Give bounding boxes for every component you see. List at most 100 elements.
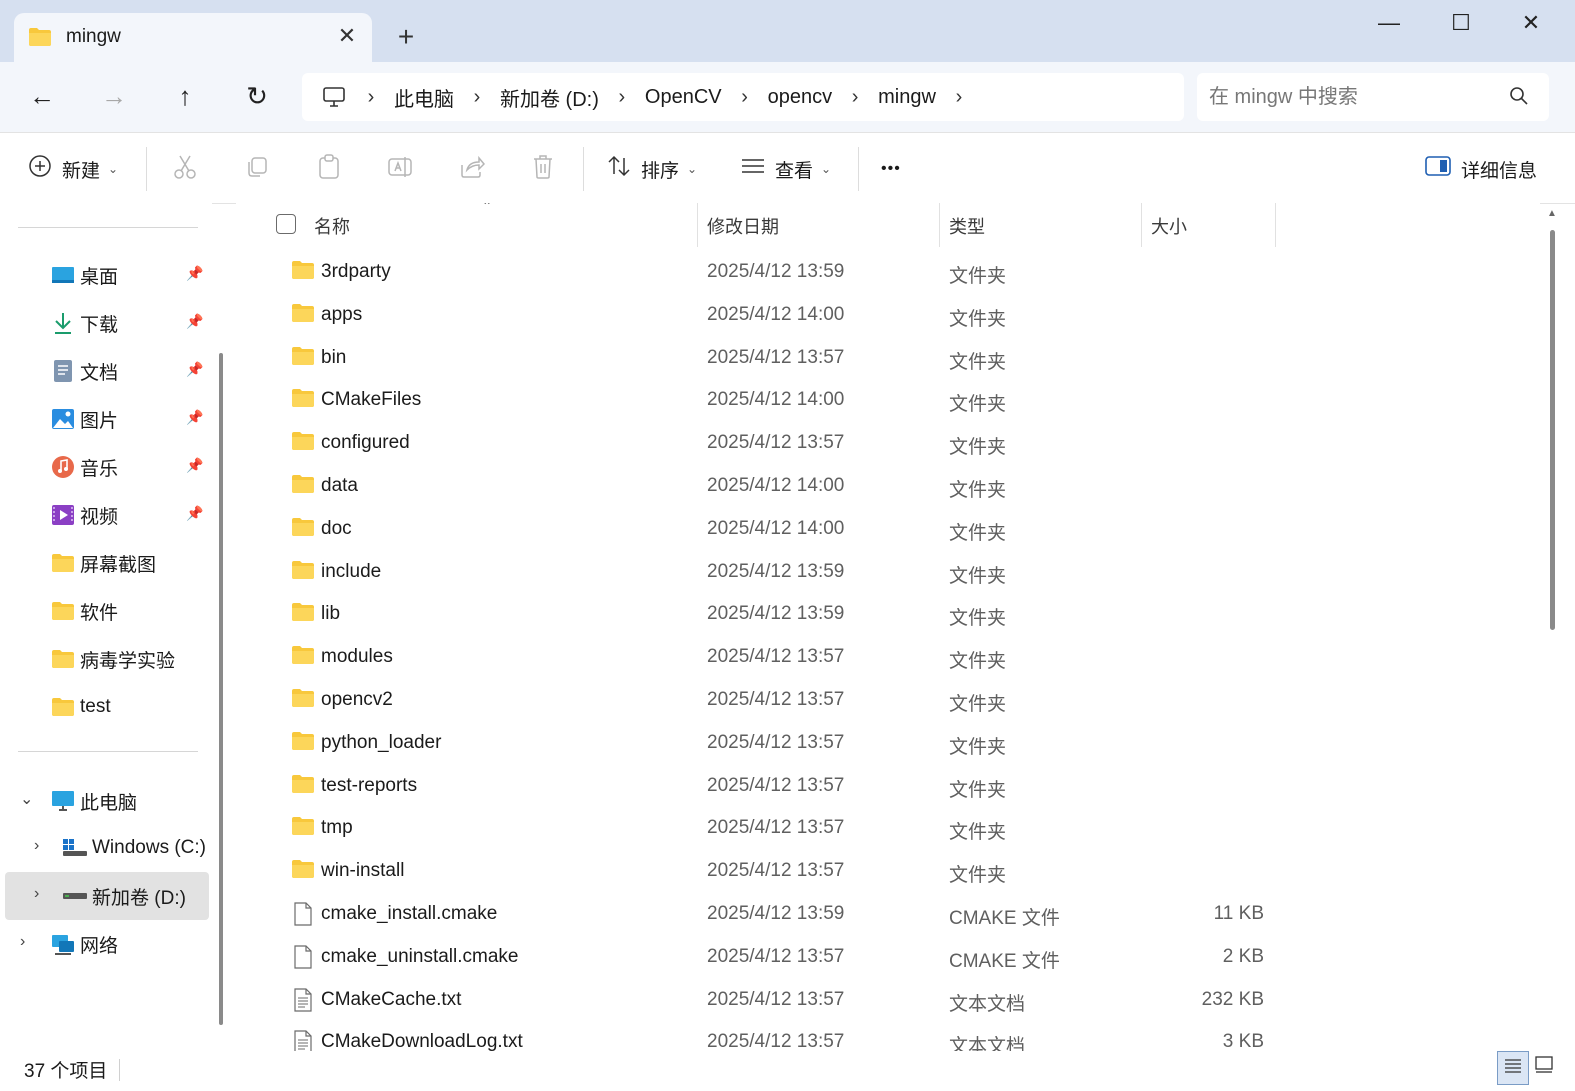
pin-icon[interactable]: 📌 — [186, 505, 203, 522]
search-box[interactable] — [1197, 73, 1549, 121]
breadcrumb-separator-icon[interactable]: › — [844, 86, 866, 109]
file-list-scrollbar[interactable] — [1550, 230, 1555, 630]
sidebar-item-videos[interactable]: 视频 — [50, 493, 118, 537]
column-header-modified[interactable]: 修改日期 — [707, 213, 779, 239]
close-window-button[interactable]: ✕ — [1496, 0, 1566, 46]
sidebar-item-documents[interactable]: 文档 — [50, 349, 118, 393]
sort-button[interactable]: 排序 ⌄ — [607, 151, 697, 187]
pin-icon[interactable]: 📌 — [186, 265, 203, 282]
file-type: 文本文档 — [949, 1036, 1026, 1051]
file-row[interactable]: modules 2025/4/12 13:57 文件夹 — [236, 636, 1540, 679]
file-row[interactable]: win-install 2025/4/12 13:57 文件夹 — [236, 850, 1540, 893]
pin-icon[interactable]: 📌 — [186, 409, 203, 426]
breadcrumb-item[interactable]: 此电脑 — [382, 83, 466, 112]
sidebar-item-network[interactable]: 网络 — [50, 922, 118, 966]
sidebar-item-downloads[interactable]: 下载 — [50, 301, 118, 345]
select-all-checkbox[interactable] — [276, 214, 296, 234]
breadcrumb-item[interactable]: opencv — [756, 86, 845, 109]
pin-icon[interactable]: 📌 — [186, 457, 203, 474]
file-row[interactable]: doc 2025/4/12 14:00 文件夹 — [236, 508, 1540, 551]
chevron-right-icon[interactable]: › — [20, 933, 25, 951]
delete-button[interactable] — [527, 153, 559, 185]
new-tab-button[interactable]: + — [390, 22, 422, 54]
breadcrumb-item[interactable]: OpenCV — [633, 86, 734, 109]
file-row[interactable]: cmake_uninstall.cmake 2025/4/12 13:57 CMAK… — [236, 936, 1540, 979]
sidebar-item-drive-c[interactable]: Windows (C:) — [62, 826, 206, 870]
scroll-up-arrow-icon[interactable]: ▲ — [1547, 208, 1557, 219]
details-view-button[interactable] — [1497, 1051, 1529, 1085]
file-row[interactable]: python_loader 2025/4/12 13:57 文件夹 — [236, 722, 1540, 765]
tab-mingw[interactable]: mingw ✕ — [14, 13, 372, 62]
details-pane-button[interactable]: 详细信息 — [1425, 151, 1537, 187]
search-icon[interactable] — [1509, 86, 1529, 111]
file-row[interactable]: include 2025/4/12 13:59 文件夹 — [236, 551, 1540, 594]
breadcrumb-separator-icon[interactable]: › — [734, 86, 756, 109]
column-header-size[interactable]: 大小 — [1151, 213, 1187, 239]
sidebar-item-virology[interactable]: 病毒学实验 — [50, 637, 175, 681]
sidebar-item-drive-d[interactable]: 新加卷 (D:) — [62, 874, 186, 918]
file-row[interactable]: data 2025/4/12 14:00 文件夹 — [236, 465, 1540, 508]
refresh-button[interactable]: ↻ — [237, 76, 277, 116]
breadcrumb-separator-icon[interactable]: › — [948, 86, 970, 109]
sidebar-item-desktop[interactable]: 桌面 — [50, 253, 118, 297]
breadcrumb[interactable]: › 此电脑 › 新加卷 (D:) › OpenCV › opencv › min… — [302, 73, 1184, 121]
paste-button[interactable] — [313, 153, 345, 185]
chevron-down-icon[interactable]: ⌄ — [20, 789, 33, 809]
more-options-button[interactable]: ••• — [881, 151, 901, 187]
maximize-button[interactable]: ☐ — [1426, 0, 1496, 46]
tab-close-button[interactable]: ✕ — [332, 21, 362, 51]
file-row[interactable]: tmp 2025/4/12 13:57 文件夹 — [236, 807, 1540, 850]
breadcrumb-item[interactable]: 新加卷 (D:) — [488, 83, 611, 112]
sidebar-item-screenshots[interactable]: 屏幕截图 — [50, 541, 156, 585]
copy-button[interactable] — [241, 153, 273, 185]
view-button[interactable]: 查看 ⌄ — [741, 151, 831, 187]
address-row: ← → ↑ ↻ › 此电脑 › 新加卷 (D:) › OpenCV › open… — [0, 62, 1575, 132]
column-resize-handle[interactable] — [1275, 203, 1276, 247]
sidebar-item-test[interactable]: test — [50, 685, 111, 729]
file-row[interactable]: opencv2 2025/4/12 13:57 文件夹 — [236, 679, 1540, 722]
pin-icon[interactable]: 📌 — [186, 313, 203, 330]
file-row[interactable]: CMakeDownloadLog.txt 2025/4/12 13:57 文本文档 3… — [236, 1021, 1540, 1051]
file-row[interactable]: bin 2025/4/12 13:57 文件夹 — [236, 337, 1540, 380]
breadcrumb-separator-icon[interactable]: › — [360, 86, 382, 109]
sidebar-item-this-pc[interactable]: 此电脑 — [50, 779, 137, 823]
chevron-right-icon[interactable]: › — [34, 837, 39, 855]
column-resize-handle[interactable] — [697, 203, 698, 247]
forward-button[interactable]: → — [94, 76, 134, 116]
column-header-type[interactable]: 类型 — [949, 213, 985, 239]
file-row[interactable]: CMakeFiles 2025/4/12 14:00 文件夹 — [236, 379, 1540, 422]
column-header-name[interactable]: 名称 — [314, 213, 350, 239]
file-row[interactable]: cmake_install.cmake 2025/4/12 13:59 CMAKE … — [236, 893, 1540, 936]
file-row[interactable]: configured 2025/4/12 13:57 文件夹 — [236, 422, 1540, 465]
column-resize-handle[interactable] — [939, 203, 940, 247]
file-name: 3rdparty — [321, 261, 391, 282]
file-name: bin — [321, 346, 347, 368]
breadcrumb-item[interactable]: mingw — [866, 86, 948, 109]
back-button[interactable]: ← — [22, 76, 62, 116]
sidebar-item-software[interactable]: 软件 — [50, 589, 118, 633]
large-icons-view-button[interactable] — [1531, 1053, 1557, 1081]
sidebar-item-pictures[interactable]: 图片 — [50, 397, 118, 441]
chevron-right-icon[interactable]: › — [34, 885, 39, 903]
rename-button[interactable] — [384, 153, 416, 185]
file-name: CMakeFiles — [321, 389, 422, 411]
file-row[interactable]: apps 2025/4/12 14:00 文件夹 — [236, 294, 1540, 337]
file-row[interactable]: test-reports 2025/4/12 13:57 文件夹 — [236, 765, 1540, 808]
sidebar-item-label: 下载 — [80, 314, 119, 336]
sidebar-item-music[interactable]: 音乐 — [50, 445, 118, 489]
search-input[interactable] — [1207, 81, 1501, 113]
breadcrumb-separator-icon[interactable]: › — [466, 86, 488, 109]
new-button[interactable]: 新建 ⌄ — [28, 151, 118, 187]
cut-button[interactable] — [169, 153, 201, 185]
breadcrumb-separator-icon[interactable]: › — [611, 86, 633, 109]
sidebar-scrollbar[interactable] — [219, 353, 223, 1025]
pin-icon[interactable]: 📌 — [186, 361, 203, 378]
up-button[interactable]: ↑ — [165, 76, 205, 116]
file-row[interactable]: CMakeCache.txt 2025/4/12 13:57 文本文档 232 KB — [236, 979, 1540, 1022]
computer-icon[interactable] — [322, 86, 346, 108]
file-row[interactable]: lib 2025/4/12 13:59 文件夹 — [236, 593, 1540, 636]
file-row[interactable]: 3rdparty 2025/4/12 13:59 文件夹 — [236, 251, 1540, 294]
column-resize-handle[interactable] — [1141, 203, 1142, 247]
share-button[interactable] — [456, 153, 488, 185]
minimize-button[interactable]: — — [1354, 0, 1424, 46]
